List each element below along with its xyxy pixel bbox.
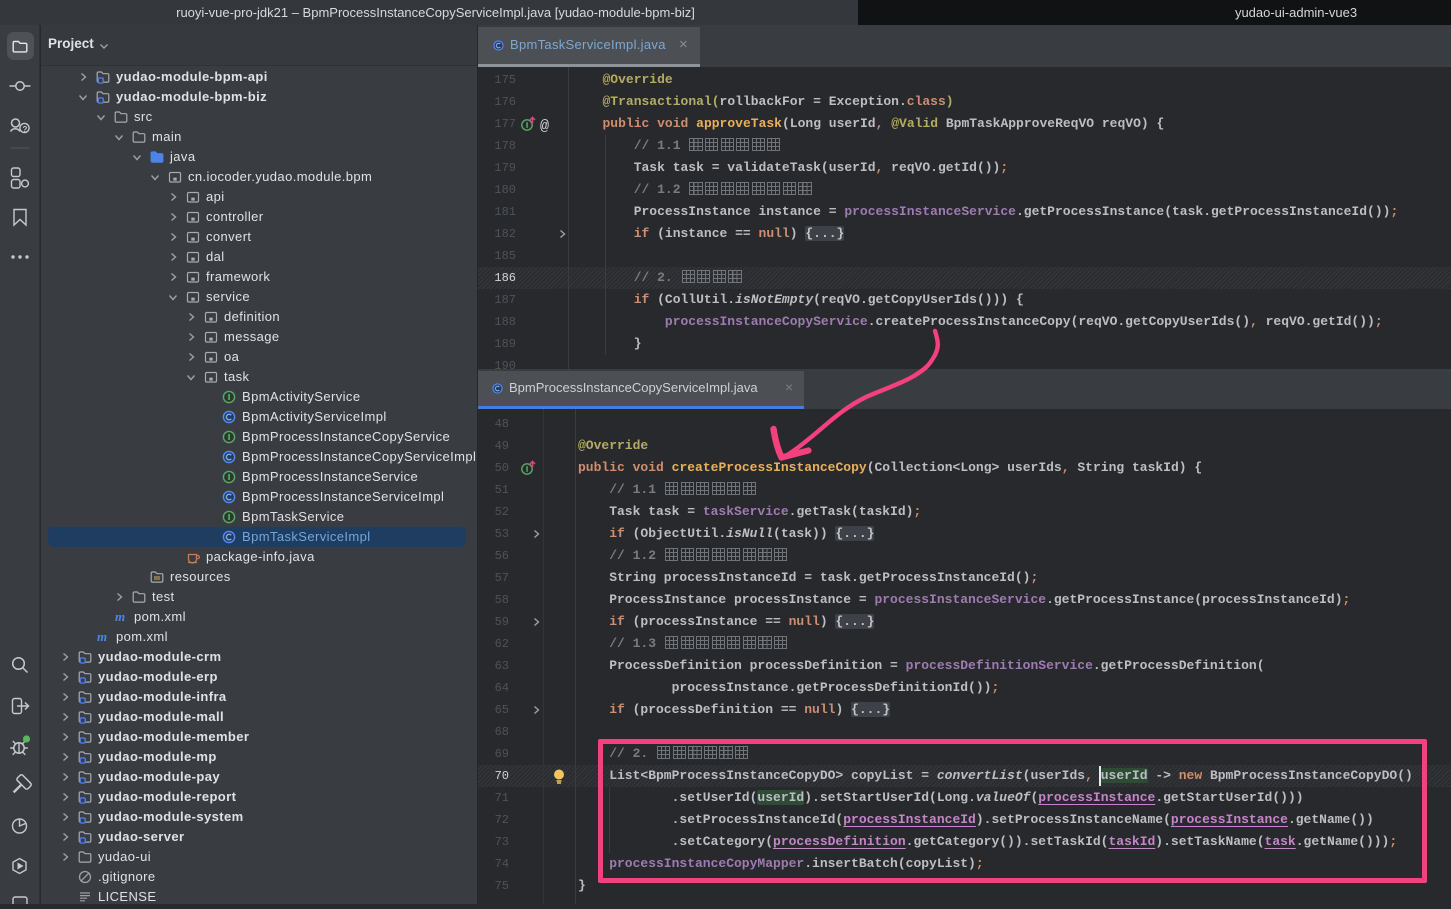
svg-text:?: ?: [23, 125, 28, 134]
svg-text:@: @: [540, 118, 549, 133]
